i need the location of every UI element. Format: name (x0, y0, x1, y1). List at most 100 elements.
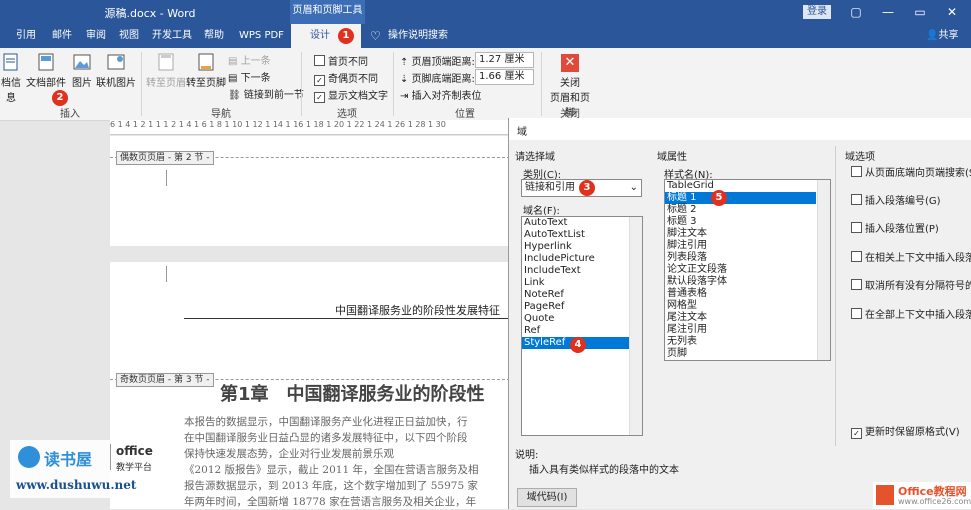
style-name-item[interactable]: 标题 1 (665, 192, 816, 204)
odd-header-tag: 奇数页页眉 - 第 3 节 - (116, 373, 214, 387)
preserve-format-checkbox[interactable]: ✓ 更新时保留原格式(V) (851, 423, 960, 439)
margin-mark (166, 170, 167, 186)
watermark-office: office (116, 444, 153, 458)
field-name-item[interactable]: Ref (522, 325, 629, 337)
header-top-label: ⇡ 页眉顶端距离: (400, 57, 475, 68)
field-option-checkbox[interactable]: 从页面底端向页端搜索(S) (851, 164, 971, 179)
watermark-platform: 教学平台 (116, 463, 153, 473)
tell-me-search[interactable]: 操作说明搜索 (388, 24, 448, 48)
body-text[interactable]: 本报告的数据显示，中国翻译服务产业化进程正日益加快，行 在中国翻译服务业日益凸显… (184, 414, 510, 510)
ribbon-display-icon[interactable]: ▢ (848, 4, 864, 20)
header-text[interactable]: 中国翻译服务业的阶段性发展特征 (335, 302, 500, 318)
ribbon: 档信息 文档部件 2 图片 联机图片 插入 转至页眉 转至页脚 ▤ 上一条 ▤ … (0, 48, 971, 121)
checkbox-empty-icon (851, 308, 862, 319)
field-option-checkbox[interactable]: 在相关上下文中插入段落号 (851, 249, 971, 264)
tab-developer[interactable]: 开发工具 (152, 24, 192, 48)
office-logo-url: www.office26.com (898, 497, 971, 506)
next-button[interactable]: ▤ 下一条 (228, 69, 271, 84)
doc-info-button[interactable]: 档信息 (0, 52, 22, 104)
checkbox-empty-icon (851, 166, 862, 177)
group-separator (141, 52, 142, 116)
tab-references[interactable]: 引用 (16, 24, 36, 48)
step-badge-5: 5 (711, 190, 727, 206)
style-name-item[interactable]: 尾注引用 (665, 324, 816, 336)
link-prev-button[interactable]: ⛓ 链接到前一节 (228, 86, 304, 101)
field-name-item[interactable]: NoteRef (522, 289, 629, 301)
field-option-checkbox[interactable]: 在全部上下文中插入段落号 (851, 306, 971, 321)
dialog-title: 域 (517, 127, 527, 138)
tab-review[interactable]: 审阅 (86, 24, 106, 48)
field-name-item[interactable]: Link (522, 277, 629, 289)
show-text-checkbox[interactable]: ✓ 显示文档文字 (314, 87, 388, 103)
field-name-item[interactable]: AutoTextList (522, 229, 629, 241)
header-distance-icon: ⇡ (400, 57, 412, 68)
tab-help[interactable]: 帮助 (204, 24, 224, 48)
maximize-icon[interactable]: ▭ (912, 4, 928, 20)
style-name-item[interactable]: 尾注文本 (665, 312, 816, 324)
chapter-title[interactable]: 第1章 中国翻译服务业的阶段性 (220, 380, 485, 406)
odd-even-checkbox[interactable]: ✓ 奇偶页不同 (314, 70, 378, 86)
header-underline (184, 318, 510, 319)
footer-bottom-input[interactable]: 1.66 厘米 (475, 69, 534, 85)
step-badge-3: 3 (579, 180, 595, 196)
style-name-item[interactable]: 普通表格 (665, 288, 816, 300)
goto-header-button[interactable]: 转至页眉 (146, 52, 186, 89)
next-icon: ▤ (228, 73, 241, 84)
style-name-item[interactable]: 脚注文本 (665, 228, 816, 240)
online-picture-button[interactable]: 联机图片 (96, 52, 136, 89)
tab-view[interactable]: 视图 (119, 24, 139, 48)
style-names-list[interactable]: TableGrid 标题 1 标题 2 标题 3 脚注文本 脚注引用 列表段落 论文正文段落默… (664, 179, 831, 361)
horizontal-ruler[interactable]: 6 1 4 1 2 1 1 1 2 1 4 1 6 1 8 1 10 1 12 … (110, 120, 510, 135)
close-window-icon[interactable]: ✕ (944, 4, 960, 20)
field-name-item[interactable]: Quote (522, 313, 629, 325)
style-name-item[interactable]: 网格型 (665, 300, 816, 312)
first-page-checkbox[interactable]: 首页不同 (314, 53, 368, 68)
header-top-input[interactable]: 1.27 厘米 (475, 52, 534, 68)
group-separator (541, 52, 542, 116)
login-button[interactable]: 登录 (803, 5, 831, 19)
field-name-item[interactable]: IncludeText (522, 265, 629, 277)
goto-footer-button[interactable]: 转至页脚 (186, 52, 226, 89)
picture-button[interactable]: 图片 (70, 52, 94, 89)
field-option-checkbox[interactable]: 插入段落位置(P) (851, 220, 939, 235)
field-props-label: 域属性 (657, 152, 687, 163)
style-names-scrollbar[interactable] (817, 180, 830, 360)
tab-mailings[interactable]: 邮件 (52, 24, 72, 48)
lightbulb-icon: ♡ (370, 29, 381, 43)
insert-tab-button[interactable]: ⇥ 插入对齐制表位 (400, 87, 482, 102)
style-name-item[interactable]: 标题 2 (665, 204, 816, 216)
checkbox-empty-icon (851, 251, 862, 262)
group-separator (393, 52, 394, 116)
person-icon: 👤 (926, 30, 939, 41)
style-name-item[interactable]: TableGrid (665, 180, 816, 192)
even-page: 偶数页页眉 - 第 2 节 - (110, 136, 510, 246)
prev-button[interactable]: ▤ 上一条 (228, 52, 271, 67)
style-name-item[interactable]: 无列表 (665, 336, 816, 348)
field-name-item[interactable]: Hyperlink (522, 241, 629, 253)
picture-icon (73, 54, 91, 70)
field-option-checkbox[interactable]: 取消所有没有分隔符号的字 (851, 277, 971, 292)
field-name-item[interactable]: PageRef (522, 301, 629, 313)
style-name-item[interactable]: 脚注引用 (665, 240, 816, 252)
style-name-item[interactable]: 列表段落 (665, 252, 816, 264)
quick-parts-icon (38, 53, 54, 71)
online-picture-icon (107, 54, 125, 70)
minimize-icon[interactable]: — (880, 4, 896, 20)
field-name-item[interactable]: AutoText (522, 217, 629, 229)
checkbox-checked-icon: ✓ (314, 75, 325, 86)
field-name-item[interactable]: IncludePicture (522, 253, 629, 265)
tab-wps-pdf[interactable]: WPS PDF (239, 24, 284, 48)
field-names-label: 域名(F): (523, 206, 560, 217)
dushuwu-watermark: 读书屋 office 教学平台 www.dushuwu.net (10, 440, 160, 498)
style-name-item[interactable]: 默认段落字体 (665, 276, 816, 288)
field-codes-button[interactable]: 域代码(I) (517, 488, 577, 507)
watermark-site-name: 读书屋 (44, 450, 93, 469)
quick-parts-button[interactable]: 文档部件 (26, 52, 66, 89)
share-button[interactable]: 👤共享 (926, 24, 958, 48)
style-name-item[interactable]: 论文正文段落 (665, 264, 816, 276)
field-names-list[interactable]: AutoText AutoTextList Hyperlink IncludePict… (521, 216, 643, 436)
style-name-item[interactable]: 页脚 (665, 348, 816, 360)
field-names-scrollbar[interactable] (629, 217, 642, 435)
style-name-item[interactable]: 标题 3 (665, 216, 816, 228)
field-option-checkbox[interactable]: 插入段落编号(G) (851, 192, 941, 207)
